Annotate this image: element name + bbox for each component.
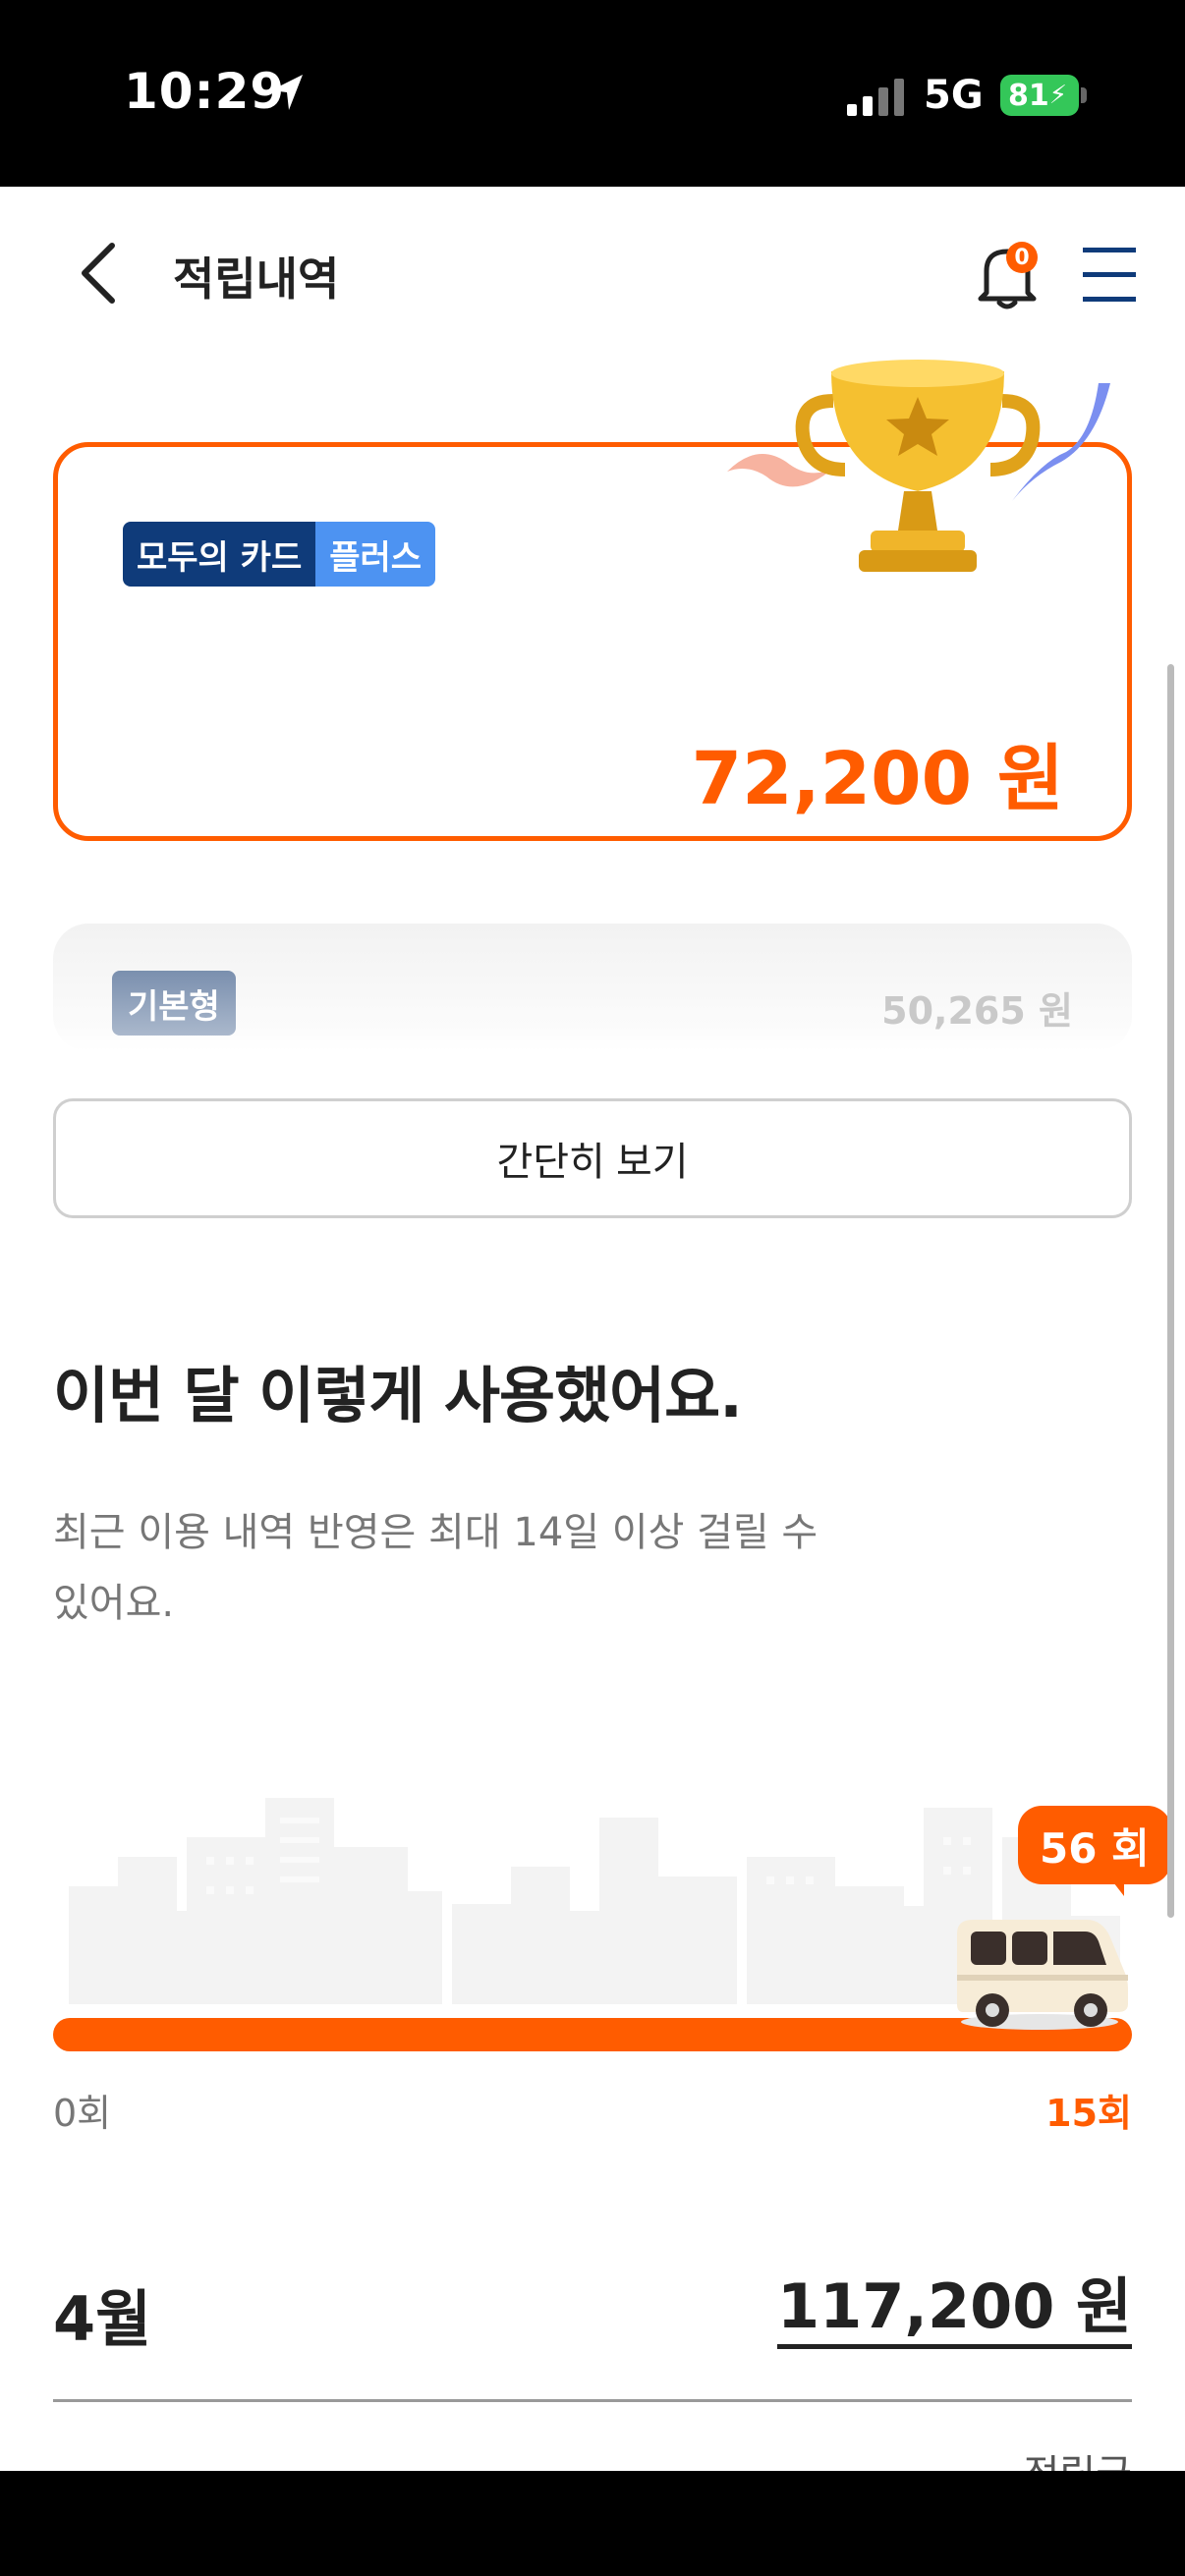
location-arrow-icon [271,75,303,110]
basic-reward-card[interactable]: 기본형 50,265 원 [53,924,1132,1051]
simple-view-button[interactable]: 간단히 보기 [53,1098,1132,1218]
month-label: 4월 [53,2283,152,2355]
progress-max-label: 15회 [1045,2092,1132,2135]
battery-indicator: 81 ⚡ [1000,75,1079,116]
menu-icon[interactable] [1081,244,1138,305]
status-bar: 10:29 5G 81 ⚡ [0,0,1185,187]
card-type-label: 모두의 카드 [123,522,316,587]
cellular-signal-icon [847,79,904,116]
bubble-tail [1110,1878,1124,1896]
battery-level: 81 [1008,78,1049,113]
van-icon [957,1920,1128,2030]
app-header: 적립내역 0 [0,187,1185,354]
network-type: 5G [924,73,984,118]
notification-badge: 0 [1006,242,1038,273]
usage-section-title: 이번 달 이렇게 사용했어요. [53,1360,743,1431]
charging-bolt-icon: ⚡ [1048,81,1068,110]
scrollbar[interactable] [1167,664,1174,1918]
status-time: 10:29 [124,63,286,120]
basic-type-badge: 기본형 [112,971,236,1036]
card-plus-label: 플러스 [315,522,436,587]
usage-count-bubble: 56 회 [1018,1806,1171,1884]
back-arrow-icon[interactable] [65,234,134,312]
primary-reward-amount: 72,200 원 [691,737,1064,821]
progress-min-label: 0회 [53,2092,112,2135]
battery-tip [1081,87,1087,103]
app-content[interactable]: 적립내역 0 모두의 카드 플러스 72,200 원 기본형 50,265 원 … [0,187,1185,2471]
usage-section-description: 최근 이용 내역 반영은 최대 14일 이상 걸릴 수 있어요. [53,1510,818,1626]
month-total-amount[interactable]: 117,200 원 [776,2269,1132,2349]
basic-reward-amount: 50,265 원 [881,989,1073,1033]
reward-column-header: 적립금 [1024,2442,1132,2471]
page-title: 적립내역 [173,252,340,306]
bottom-system-bar [0,2471,1185,2576]
trophy-icon [727,360,1110,572]
month-summary-row[interactable]: 4월 117,200 원 [53,2269,1132,2355]
section-divider [53,2399,1132,2402]
card-type-badge: 모두의 카드 플러스 [123,522,436,587]
